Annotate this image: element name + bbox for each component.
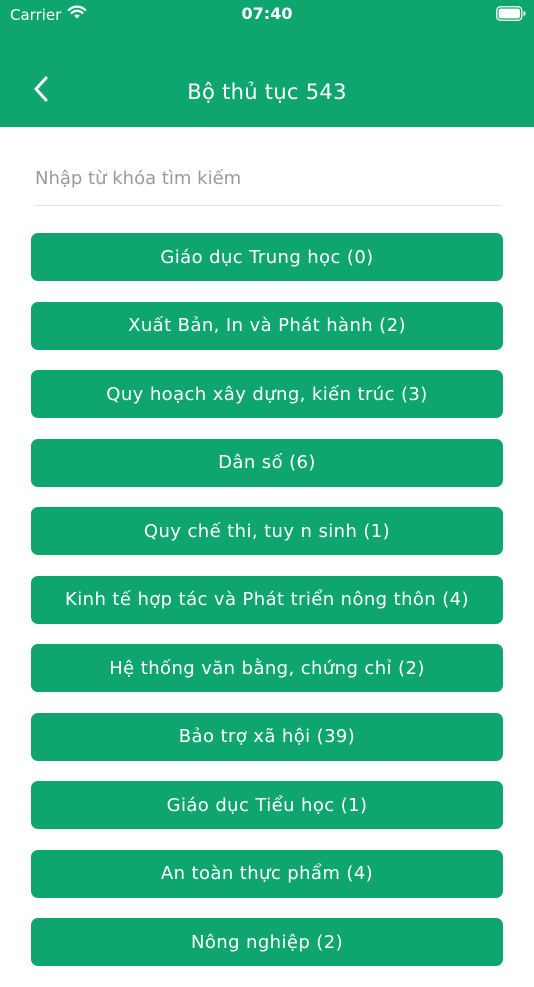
search-input[interactable]: [34, 158, 502, 198]
app-header: Carrier 07:40 Bộ thủ tục 543: [0, 0, 534, 127]
category-button[interactable]: Giáo dục Tiểu học (1): [31, 781, 503, 829]
status-time: 07:40: [241, 4, 293, 23]
category-button[interactable]: Nông nghiệp (2): [31, 918, 503, 966]
category-button[interactable]: Xuất Bản, In và Phát hành (2): [31, 301, 503, 350]
battery-icon: [496, 6, 526, 25]
category-button[interactable]: Kinh tế hợp tác và Phát triển nông thôn …: [31, 575, 503, 624]
category-button[interactable]: Quy hoạch xây dựng, kiến trúc (3): [31, 370, 503, 418]
search-bar: [34, 158, 502, 206]
category-button[interactable]: Bảo trợ xã hội (39): [31, 712, 503, 761]
category-button[interactable]: Giáo dục Trung học (0): [31, 233, 503, 281]
category-button[interactable]: Quy chế thi, tuy n sinh (1): [31, 507, 503, 555]
status-bar: Carrier 07:40: [0, 0, 534, 28]
category-button[interactable]: An toàn thực phẩm (4): [31, 849, 503, 898]
page-title: Bộ thủ tục 543: [187, 80, 347, 104]
category-list: Giáo dục Trung học (0) Xuất Bản, In và P…: [31, 233, 503, 987]
category-button[interactable]: Dân số (6): [31, 438, 503, 487]
category-button[interactable]: Hệ thống văn bằng, chứng chỉ (2): [31, 644, 503, 692]
